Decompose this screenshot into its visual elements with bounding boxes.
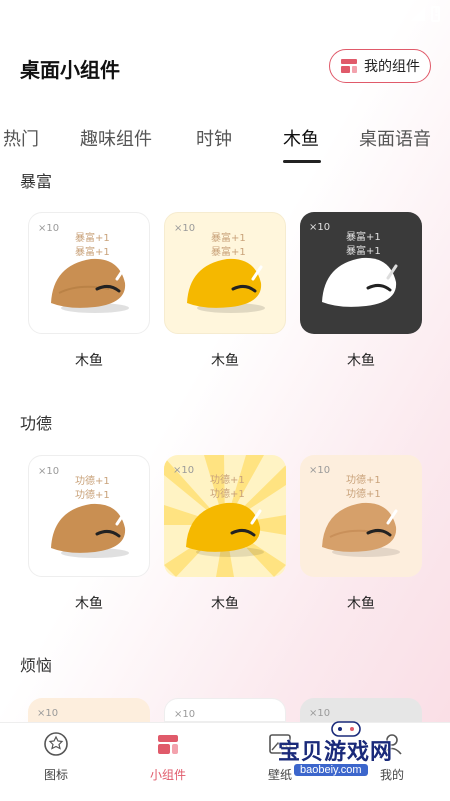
widget-card-label: 木鱼 (211, 596, 239, 612)
wooden-fish-icon (187, 258, 265, 313)
signal-icon (411, 7, 425, 21)
wifi-icon (387, 7, 405, 21)
nav-icons[interactable]: 图标 (21, 731, 91, 783)
widget-icon (158, 735, 178, 754)
tab-hot[interactable]: 热门 (3, 125, 39, 151)
widget-card[interactable]: ×10 功德+1 功德+1 (28, 455, 150, 577)
wooden-fish-icon (322, 257, 398, 307)
battery-icon (431, 6, 440, 22)
widget-card[interactable]: ×10 暴富+1 暴富+1 (300, 212, 422, 334)
header: 桌面小组件 我的组件 (0, 48, 450, 88)
widget-card[interactable]: ×10 暴富+1 暴富+1 (164, 212, 286, 334)
widget-card[interactable]: ×10 功德+1 功德+1 (300, 455, 422, 577)
widget-card[interactable]: ×10 功德+1 功德+1 (164, 455, 286, 577)
widget-card-label: 木鱼 (347, 353, 375, 369)
tab-active-indicator (283, 160, 321, 163)
tab-wooden-fish[interactable]: 木鱼 (283, 125, 319, 151)
notification-icon (58, 9, 70, 21)
tab-desktop-voice[interactable]: 桌面语音 (359, 125, 431, 151)
site-watermark: 宝贝游戏网 baobeiy.com (278, 720, 418, 782)
widget-card-label: 木鱼 (211, 353, 239, 369)
wooden-fish-icon (51, 503, 129, 558)
nav-widgets[interactable]: 小组件 (133, 731, 203, 783)
tab-fun-widgets[interactable]: 趣味组件 (80, 125, 152, 151)
counter-text: ×10 (37, 708, 59, 719)
section-title-fortune: 暴富 (20, 172, 53, 191)
section-title-worries: 烦恼 (20, 656, 53, 675)
my-widgets-label: 我的组件 (364, 59, 420, 75)
widget-card[interactable]: ×10 (164, 698, 286, 722)
my-widgets-button[interactable]: 我的组件 (329, 49, 431, 83)
wooden-fish-icon (322, 502, 400, 557)
wooden-fish-icon (51, 258, 129, 313)
wooden-fish-icon (186, 502, 264, 557)
section-title-merit: 功德 (20, 414, 53, 433)
widget-card[interactable]: ×10 暴富+1 暴富+1 (28, 212, 150, 334)
tab-clock[interactable]: 时钟 (196, 125, 232, 151)
page-title: 桌面小组件 (20, 58, 120, 82)
widget-card-label: 木鱼 (75, 353, 103, 369)
counter-text: ×10 (174, 709, 196, 720)
watermark-url: baobeiy.com (294, 764, 368, 776)
status-time: 5:04 (8, 5, 40, 22)
status-bar: 5:04 (0, 0, 450, 32)
nav-label: 小组件 (149, 768, 186, 782)
widget-card-label: 木鱼 (75, 596, 103, 612)
nav-label: 图标 (43, 768, 68, 782)
widget-card-label: 木鱼 (347, 596, 375, 612)
widget-card[interactable]: ×10 (28, 698, 150, 722)
category-tabs: 热门 趣味组件 时钟 木鱼 桌面语音 (0, 120, 450, 168)
watermark-text: 宝贝游戏网 (278, 740, 394, 765)
widget-icon (341, 59, 357, 73)
palette-icon (44, 732, 68, 756)
